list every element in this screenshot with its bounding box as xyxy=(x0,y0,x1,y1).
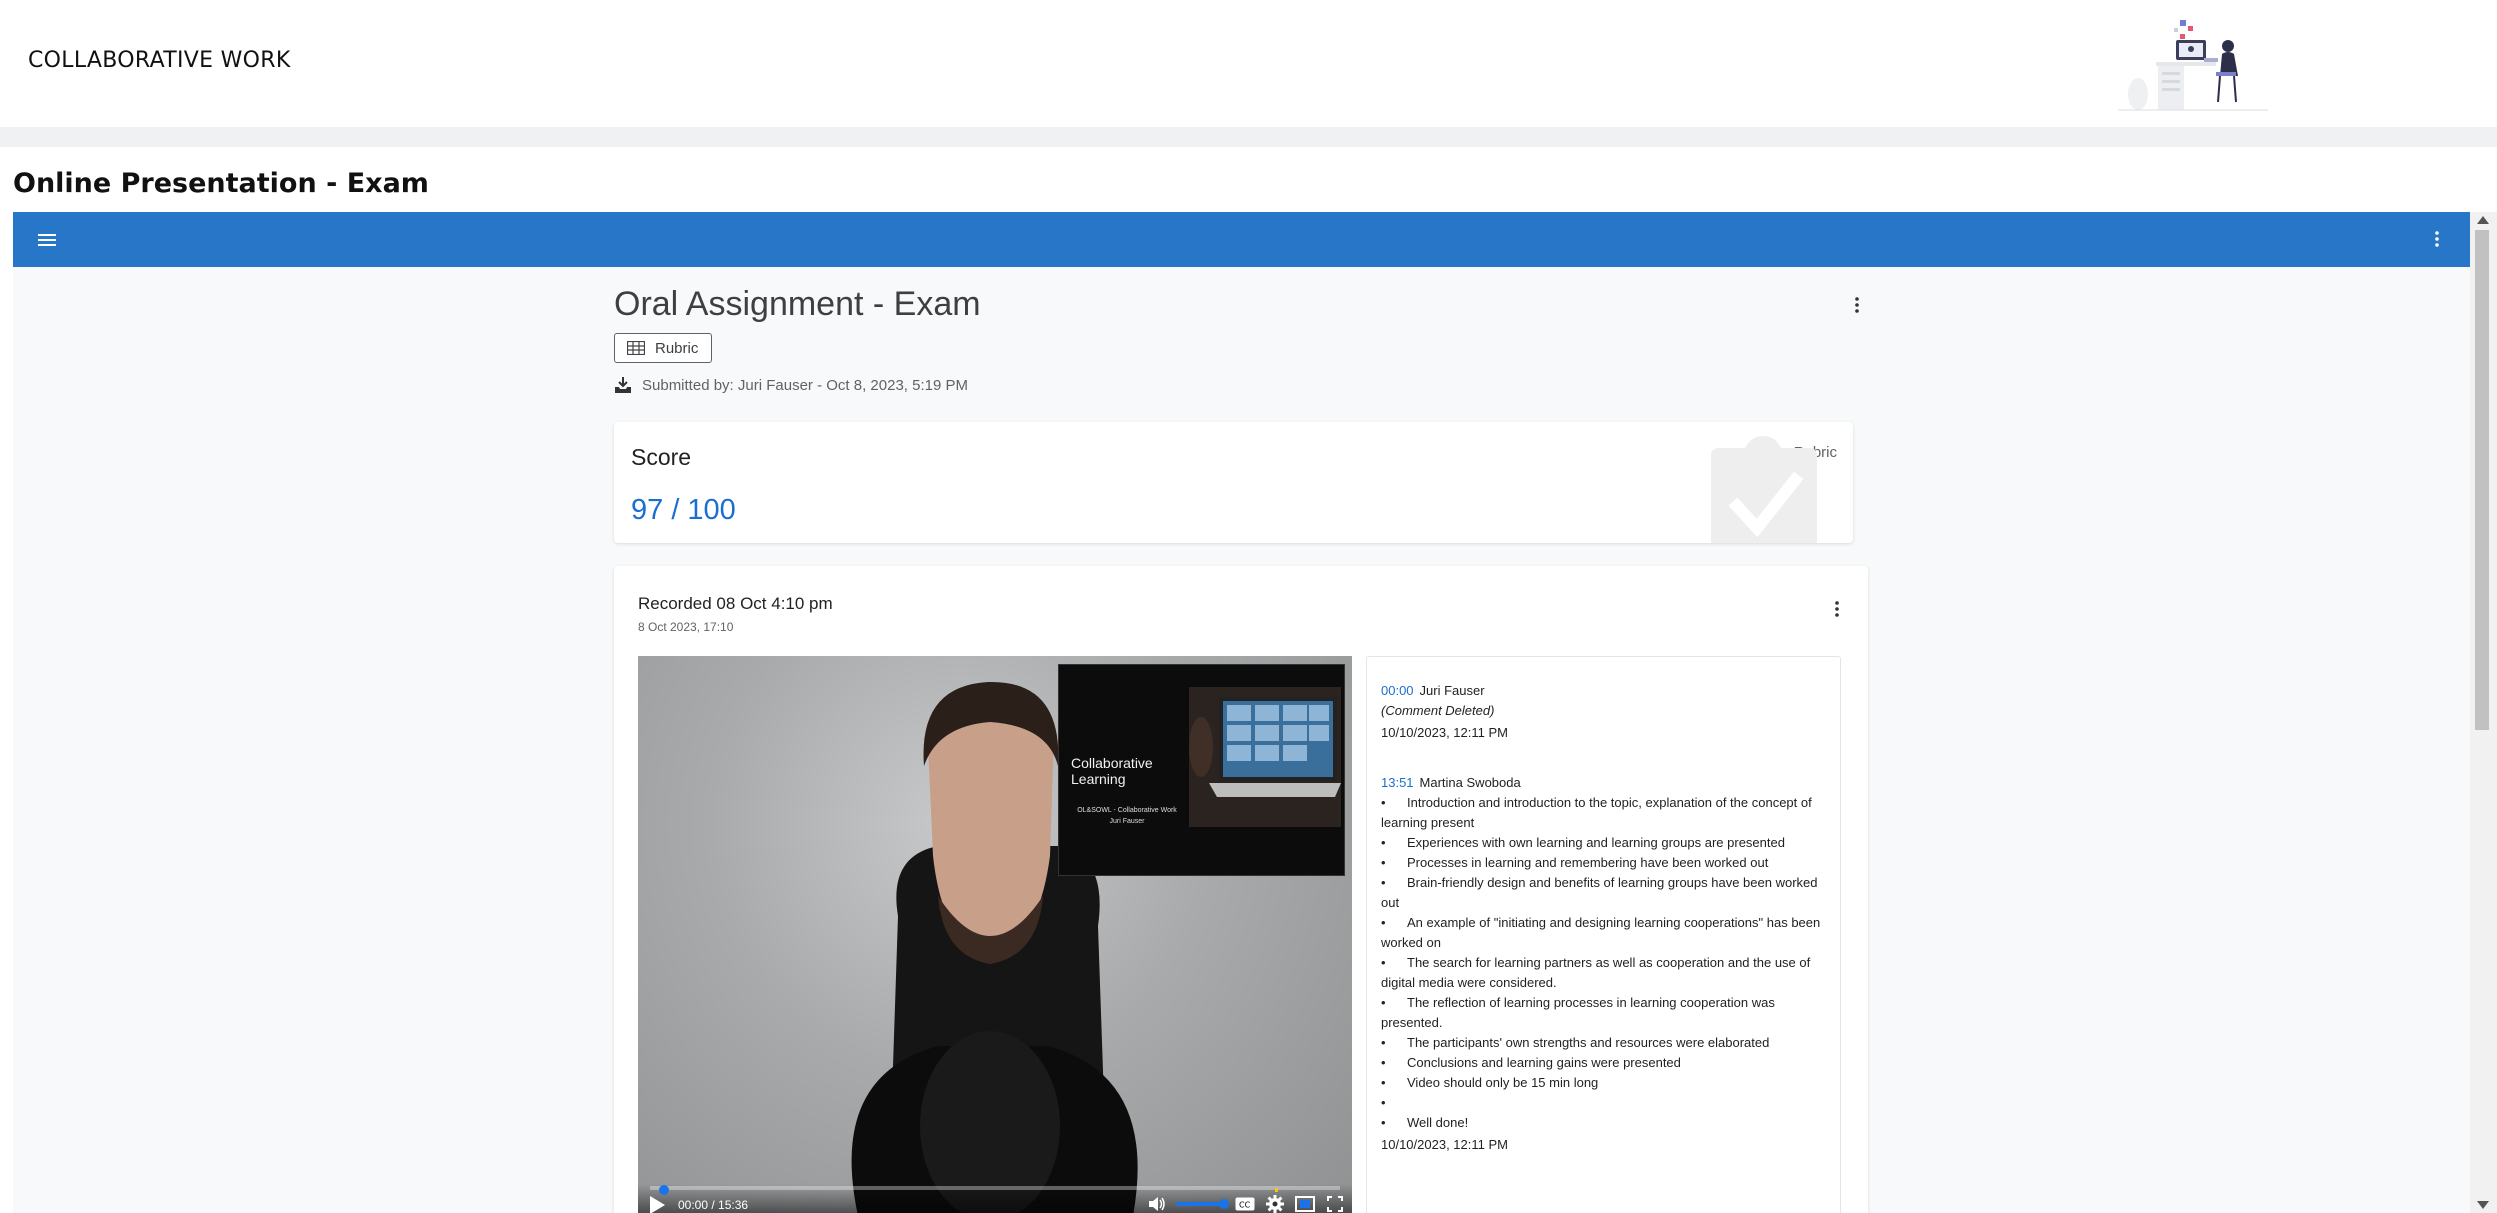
recording-date: 8 Oct 2023, 17:10 xyxy=(638,620,734,634)
app-bar xyxy=(13,212,2470,267)
rubric-button-label: Rubric xyxy=(655,339,699,357)
clipboard-check-icon xyxy=(1711,436,1817,543)
score-card: Score 97 / 100 Rubric xyxy=(614,422,1853,543)
header-divider xyxy=(0,127,2497,147)
scroll-up-arrow-icon[interactable] xyxy=(2477,216,2489,224)
miniplayer-icon[interactable] xyxy=(1294,1194,1316,1213)
site-title[interactable]: COLLABORATIVE WORK xyxy=(28,48,291,73)
slide-overlay: Collaborative Learning OL&SOWL - Collabor… xyxy=(1058,664,1345,876)
assignment-app-frame: Oral Assignment - Exam Rubric Submitted … xyxy=(13,212,2470,1213)
volume-icon[interactable] xyxy=(1146,1194,1168,1213)
comment-body: (Comment Deleted) xyxy=(1381,703,1495,718)
comment-timestamp-link[interactable]: 00:00 xyxy=(1381,681,1414,701)
comment-bullet-list: • Introduction and introduction to the to… xyxy=(1381,793,1826,1133)
scroll-down-arrow-icon[interactable] xyxy=(2477,1201,2489,1209)
score-label: Score xyxy=(631,444,692,470)
comment-bullet: • xyxy=(1381,1095,1386,1110)
comment-bullet: • Processes in learning and remembering h… xyxy=(1381,855,1769,870)
app-bar-more-icon[interactable] xyxy=(2422,224,2452,254)
comment-item: 00:00 Juri Fauser (Comment Deleted) 10/1… xyxy=(1381,681,1826,743)
page-title: Online Presentation - Exam xyxy=(13,168,429,199)
comments-panel: 00:00 Juri Fauser (Comment Deleted) 10/1… xyxy=(1366,656,1841,1213)
video-time: 00:00 / 15:36 xyxy=(678,1198,749,1212)
video-progress-bar[interactable] xyxy=(650,1185,1340,1195)
comment-bullet: • Conclusions and learning gains were pre… xyxy=(1381,1055,1681,1070)
svg-text:CC: CC xyxy=(1239,1201,1251,1210)
comment-bullet: • Experiences with own learning and learn… xyxy=(1381,835,1785,850)
comment-bullet: • Brain-friendly design and benefits of l… xyxy=(1381,875,1818,910)
assignment-more-icon[interactable] xyxy=(1842,290,1872,320)
video-controls: 00:00 / 15:36 CC xyxy=(638,1184,1352,1213)
assignment-title: Oral Assignment - Exam xyxy=(614,285,981,323)
download-tray-icon xyxy=(615,377,631,393)
table-grid-icon xyxy=(627,341,645,355)
comment-date: 10/10/2023, 12:11 PM xyxy=(1381,1137,1508,1152)
laptop-image-icon xyxy=(1189,687,1341,827)
submitted-text: Submitted by: Juri Fauser - Oct 8, 2023,… xyxy=(642,376,968,394)
hamburger-menu-icon[interactable] xyxy=(33,226,61,254)
scrollbar-thumb[interactable] xyxy=(2475,230,2489,730)
progress-handle[interactable] xyxy=(659,1185,669,1195)
fullscreen-icon[interactable] xyxy=(1324,1194,1346,1213)
comment-bullet: • Video should only be 15 min long xyxy=(1381,1075,1599,1090)
recording-more-icon[interactable] xyxy=(1822,594,1852,624)
site-header: COLLABORATIVE WORK xyxy=(0,0,2497,127)
comment-author: Martina Swoboda xyxy=(1419,775,1521,790)
score-value: 97 / 100 xyxy=(631,494,736,526)
comment-bullet: • The participants' own strengths and res… xyxy=(1381,1035,1770,1050)
comment-bullet: • Well done! xyxy=(1381,1115,1469,1130)
slide-title: Collaborative Learning xyxy=(1071,755,1153,787)
slide-subtitle: OL&SOWL - Collaborative Work Juri Fauser xyxy=(1077,807,1177,825)
rubric-button[interactable]: Rubric xyxy=(614,333,712,363)
comment-item: 13:51 Martina Swoboda • Introduction and … xyxy=(1381,773,1826,1155)
settings-icon[interactable] xyxy=(1264,1194,1286,1213)
comment-bullet: • The reflection of learning processes in… xyxy=(1381,995,1775,1030)
header-illustration-icon xyxy=(2118,20,2268,111)
submission-info: Submitted by: Juri Fauser - Oct 8, 2023,… xyxy=(614,376,968,394)
play-icon[interactable] xyxy=(650,1196,665,1213)
captions-icon[interactable]: CC xyxy=(1234,1194,1256,1213)
comment-bullet: • An example of "initiating and designing… xyxy=(1381,915,1821,950)
comment-marker[interactable] xyxy=(1275,1188,1278,1192)
comment-bullet: • The search for learning partners as wel… xyxy=(1381,955,1811,990)
comment-author: Juri Fauser xyxy=(1419,683,1485,698)
comment-bullet: • Introduction and introduction to the to… xyxy=(1381,795,1812,830)
page-scrollbar[interactable] xyxy=(2470,212,2497,1213)
recording-title: Recorded 08 Oct 4:10 pm xyxy=(638,594,833,613)
comment-date: 10/10/2023, 12:11 PM xyxy=(1381,725,1508,740)
player-control-icons: CC xyxy=(1146,1194,1346,1213)
volume-slider[interactable] xyxy=(1176,1199,1229,1209)
comment-timestamp-link[interactable]: 13:51 xyxy=(1381,773,1414,793)
recording-card: Recorded 08 Oct 4:10 pm 8 Oct 2023, 17:1… xyxy=(614,566,1868,1213)
video-player[interactable]: Collaborative Learning OL&SOWL - Collabor… xyxy=(638,656,1352,1213)
